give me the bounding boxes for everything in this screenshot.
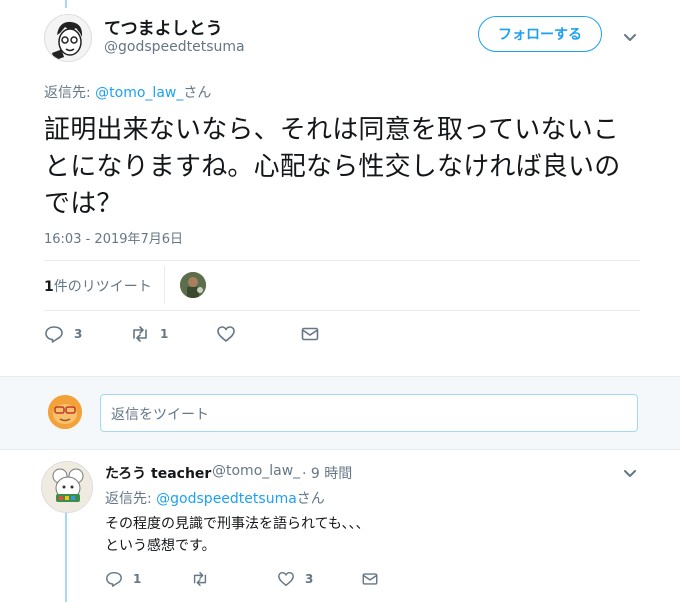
divider <box>44 310 640 311</box>
tweet-stats: 1件のリツイート <box>44 260 640 310</box>
stats-separator <box>164 266 165 304</box>
retweet-count: 1 <box>160 327 169 341</box>
retweet-stat[interactable]: 1件のリツイート <box>44 276 152 296</box>
retweet-button[interactable]: 1 <box>130 322 168 346</box>
like-count: 3 <box>305 572 314 586</box>
user-handle[interactable]: @godspeedtetsuma <box>104 39 245 55</box>
reply-icon <box>106 571 122 587</box>
reply-to-suffix: さん <box>296 491 325 507</box>
tweet-timestamp[interactable]: 16:03 - 2019年7月6日 <box>44 228 183 247</box>
tweet-text: その程度の見識で刑事法を語られても、、、 という感想です。 <box>105 516 370 554</box>
heart-icon <box>278 571 294 587</box>
reply-to-mention[interactable]: @godspeedtetsuma <box>156 491 297 507</box>
direct-message-button[interactable] <box>361 568 379 590</box>
like-button[interactable] <box>216 322 246 346</box>
reply-to-suffix: さん <box>183 85 212 101</box>
thread-line <box>65 507 67 602</box>
tweet-header: てつまよしとう @godspeedtetsuma フォローする <box>0 0 680 76</box>
reply-to-prefix: 返信先: <box>105 491 157 507</box>
mail-icon <box>362 573 378 585</box>
reply-button[interactable]: 1 <box>105 568 141 590</box>
retweet-stat-label: 件のリツイート <box>53 279 152 295</box>
like-button[interactable]: 3 <box>277 568 313 590</box>
heart-icon <box>217 326 235 342</box>
display-name[interactable]: たろう teacher <box>105 463 211 483</box>
chevron-down-icon[interactable] <box>620 463 640 483</box>
reply-tweet[interactable]: たろう teacher @tomo_law_ · 9 時間 返信先: @gods… <box>0 451 680 602</box>
reply-to-mention[interactable]: @tomo_law_ <box>95 85 183 101</box>
chevron-down-icon[interactable] <box>620 27 640 47</box>
current-user-avatar <box>48 395 82 429</box>
reply-count: 3 <box>74 327 83 341</box>
tweet-text: 証明出来ないなら、それは同意を取っていないことになりますね。心配なら性交しなけれ… <box>44 115 621 219</box>
follow-button[interactable]: フォローする <box>478 16 602 52</box>
reply-to-context: 返信先: @tomo_law_さん <box>44 82 211 102</box>
retweeter-avatar[interactable] <box>180 272 206 298</box>
mail-icon <box>301 327 319 341</box>
reply-to-context: 返信先: @godspeedtetsumaさん <box>105 488 325 508</box>
reply-icon <box>45 326 63 343</box>
user-handle[interactable]: @tomo_law_ <box>212 463 300 479</box>
reply-input[interactable]: 返信をツイート <box>100 394 638 432</box>
reply-count: 1 <box>133 572 142 586</box>
tweet-actions: 3 1 <box>44 322 444 346</box>
reply-compose-area: 返信をツイート <box>0 376 680 450</box>
display-name[interactable]: てつまよしとう <box>104 14 223 39</box>
reply-button[interactable]: 3 <box>44 322 82 346</box>
reply-to-prefix: 返信先: <box>44 85 96 101</box>
retweet-button[interactable] <box>191 568 219 590</box>
direct-message-button[interactable] <box>300 322 320 346</box>
retweet-icon <box>193 571 207 587</box>
avatar[interactable] <box>44 14 92 62</box>
tweet-actions: 1 3 <box>105 568 405 590</box>
retweet-stat-number: 1 <box>44 279 54 295</box>
avatar[interactable] <box>41 461 93 513</box>
retweet-icon <box>133 326 147 342</box>
tweet-time[interactable]: · 9 時間 <box>302 463 352 483</box>
